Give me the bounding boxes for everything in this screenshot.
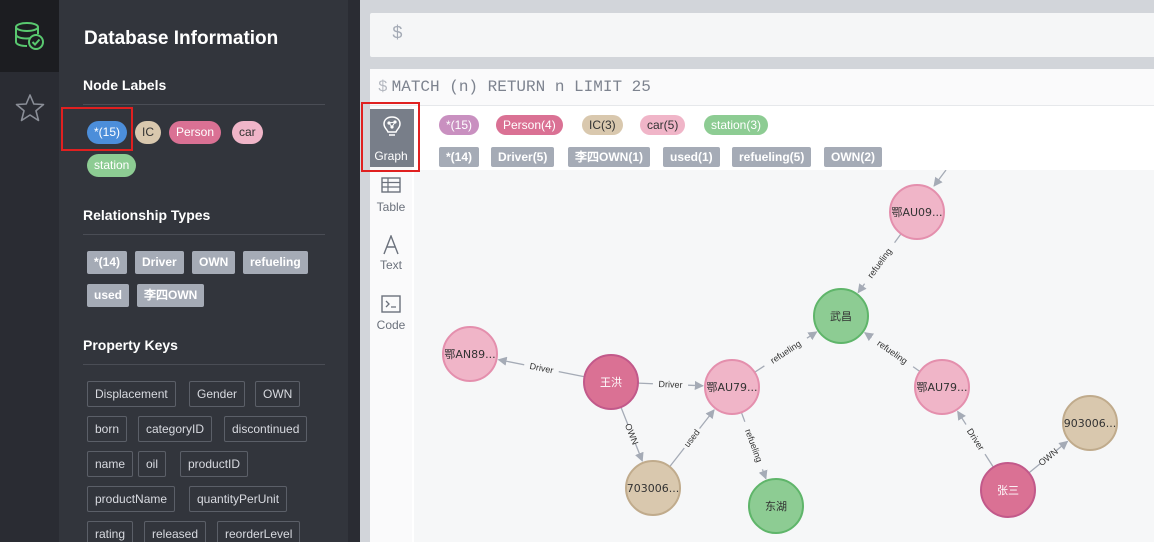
node-label-tag[interactable]: car bbox=[232, 121, 263, 144]
frame-command-text: MATCH (n) RETURN n LIMIT 25 bbox=[391, 78, 651, 96]
tab-table[interactable]: Table bbox=[370, 174, 412, 234]
graph-edge-label: Driver bbox=[658, 379, 682, 390]
property-key-tag[interactable]: released bbox=[144, 521, 207, 542]
result-frame: $ MATCH (n) RETURN n LIMIT 25 Graph Table bbox=[370, 69, 1154, 542]
relationship-type-tag[interactable]: used bbox=[87, 284, 130, 307]
result-reltype-tag[interactable]: used(1) bbox=[663, 147, 720, 167]
star-icon bbox=[15, 94, 44, 122]
result-label-tag[interactable]: *(15) bbox=[439, 115, 480, 135]
database-info-button[interactable] bbox=[0, 0, 59, 72]
graph-edge-label: Driver bbox=[965, 427, 986, 453]
graph-node-label: 鄂AU09... bbox=[891, 206, 942, 219]
node-label-tag[interactable]: IC bbox=[135, 121, 161, 144]
property-key-tag[interactable]: OWN bbox=[255, 381, 301, 407]
graph-edge-label: refueling bbox=[743, 428, 764, 464]
frame-command[interactable]: $ MATCH (n) RETURN n LIMIT 25 bbox=[378, 78, 651, 96]
property-key-tag[interactable]: reorderLevel bbox=[217, 521, 301, 542]
property-key-tag[interactable]: productID bbox=[180, 451, 249, 477]
property-key-tag[interactable]: discontinued bbox=[224, 416, 308, 442]
graph-node-label: 王洪 bbox=[600, 375, 622, 389]
result-label-tag[interactable]: station(3) bbox=[704, 115, 769, 135]
frame-header: $ MATCH (n) RETURN n LIMIT 25 bbox=[370, 69, 1154, 106]
property-key-tag[interactable]: quantityPerUnit bbox=[189, 486, 288, 512]
graph-edge-label: Driver bbox=[529, 361, 554, 375]
graph-node-label: 鄂AU79... bbox=[916, 381, 967, 394]
result-reltype-tag[interactable]: refueling(5) bbox=[732, 147, 812, 167]
divider bbox=[83, 234, 325, 235]
relationship-type-tag[interactable]: Driver bbox=[135, 251, 184, 274]
node-label-tag[interactable]: *(15) bbox=[87, 121, 128, 144]
graph-svg: refuelingDriverDriverrefueling refuelingO… bbox=[442, 169, 1118, 534]
property-key-tag[interactable]: categoryID bbox=[138, 416, 213, 442]
result-reltype-tag[interactable]: 李四OWN(1) bbox=[568, 147, 650, 167]
panel-separator bbox=[348, 0, 360, 542]
relationship-type-tag[interactable]: refueling bbox=[243, 251, 308, 274]
graph-node-label: 鄂AN89... bbox=[444, 348, 495, 361]
result-reltype-tag[interactable]: OWN(2) bbox=[824, 147, 882, 167]
graph-node-label: 张三 bbox=[997, 484, 1019, 497]
relationship-type-tag[interactable]: 李四OWN bbox=[137, 284, 205, 307]
graph-edge-label: refueling bbox=[875, 338, 909, 366]
editor-prompt: $ bbox=[392, 24, 403, 44]
tab-code-label: Code bbox=[376, 318, 406, 332]
graph-node-label: 东湖 bbox=[765, 500, 787, 513]
result-label-tag[interactable]: IC(3) bbox=[582, 115, 623, 135]
graph-node-label: 903006... bbox=[1064, 417, 1116, 430]
drawer-title: Database Information bbox=[84, 28, 279, 49]
node-label-tag[interactable]: station bbox=[87, 154, 137, 177]
view-tabs: Graph Table Text Code bbox=[370, 106, 414, 542]
table-view-icon bbox=[381, 177, 401, 193]
cypher-editor[interactable]: $ bbox=[370, 13, 1154, 57]
divider bbox=[83, 104, 325, 105]
relationship-types-title: Relationship Types bbox=[83, 207, 211, 223]
database-check-icon bbox=[14, 22, 44, 50]
graph-node-label: 703006... bbox=[627, 482, 679, 495]
icon-rail bbox=[0, 0, 59, 542]
database-info-drawer: Database Information Node Labels *(15) IC… bbox=[59, 0, 348, 542]
tab-text[interactable]: Text bbox=[370, 234, 412, 294]
tab-text-label: Text bbox=[379, 258, 402, 272]
result-label-tag[interactable]: car(5) bbox=[640, 115, 686, 135]
property-key-tag[interactable]: Displacement bbox=[87, 381, 176, 407]
relationship-type-tag[interactable]: *(14) bbox=[87, 251, 128, 274]
graph-node-label: 鄂AU79... bbox=[706, 381, 757, 394]
divider bbox=[83, 364, 325, 365]
result-label-tag[interactable]: Person(4) bbox=[496, 115, 563, 135]
property-key-tag[interactable]: Gender bbox=[189, 381, 246, 407]
result-reltype-tag[interactable]: *(14) bbox=[439, 147, 480, 167]
graph-edge bbox=[933, 169, 947, 187]
graph-view-icon bbox=[383, 116, 401, 136]
code-view-icon bbox=[381, 295, 401, 313]
property-key-tag[interactable]: productName bbox=[87, 486, 176, 512]
graph-edge-label: refueling bbox=[768, 338, 802, 365]
favorites-button[interactable] bbox=[0, 72, 59, 144]
node-label-tag[interactable]: Person bbox=[169, 121, 222, 144]
text-view-icon bbox=[383, 235, 399, 255]
property-key-tag[interactable]: rating bbox=[87, 521, 134, 542]
property-keys-title: Property Keys bbox=[83, 337, 178, 353]
frame-prompt: $ bbox=[378, 78, 388, 96]
property-key-tag[interactable]: name bbox=[87, 451, 134, 477]
result-legend: *(15) Person(4) IC(3) car(5) station(3) *(14… bbox=[414, 106, 1154, 170]
graph-node-label: 武昌 bbox=[830, 310, 852, 323]
tab-table-label: Table bbox=[376, 200, 406, 214]
result-reltype-tag[interactable]: Driver(5) bbox=[491, 147, 555, 167]
graph-edge-label: refueling bbox=[865, 246, 893, 280]
tab-code[interactable]: Code bbox=[370, 292, 412, 352]
relationship-type-tag[interactable]: OWN bbox=[192, 251, 236, 274]
tab-graph[interactable]: Graph bbox=[370, 109, 414, 167]
main-area: $ $ MATCH (n) RETURN n LIMIT 25 Graph Ta… bbox=[360, 0, 1154, 542]
property-key-tag[interactable]: oil bbox=[138, 451, 167, 477]
node-labels-title: Node Labels bbox=[83, 77, 167, 93]
tab-graph-label: Graph bbox=[374, 149, 408, 163]
property-key-tag[interactable]: born bbox=[87, 416, 128, 442]
graph-canvas[interactable]: refueling Driver Driver refueling refueling O… bbox=[414, 169, 1154, 542]
